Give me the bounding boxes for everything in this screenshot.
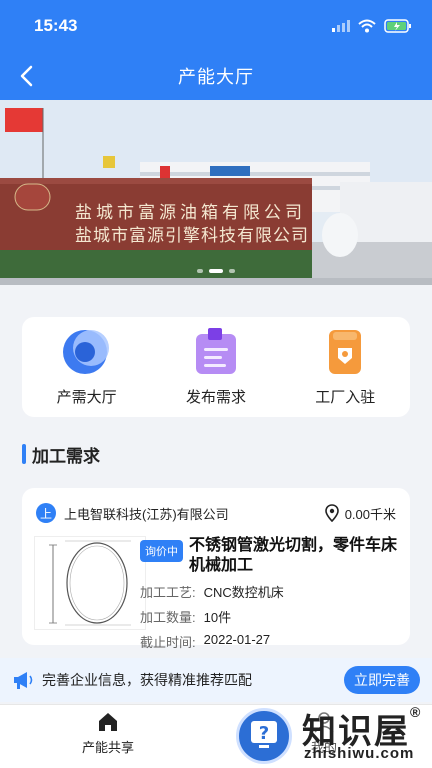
company-info: 上 上电智联科技(江苏)有限公司 (36, 503, 229, 523)
wifi-icon (358, 19, 376, 33)
section-header: 加工需求 (22, 440, 100, 468)
carousel-dot[interactable] (229, 269, 235, 273)
banner-line-2: 盐城市富源引擎科技有限公司 (75, 226, 309, 246)
quick-action-demand-hall[interactable]: 产需大厅 (27, 328, 147, 407)
part-drawing-thumbnail (34, 536, 146, 630)
quick-actions: 产需大厅 发布需求 工厂入驻 (22, 317, 410, 417)
home-icon (99, 713, 117, 731)
page-title: 产能大厅 (178, 67, 254, 87)
demand-title-row: 询价中 不锈钢管激光切割，零件车床机械加工 (140, 536, 402, 576)
quick-action-label: 发布需求 (185, 388, 246, 406)
watermark: ? 知识屋® zhishiwu.com (234, 702, 430, 768)
quick-action-label: 产需大厅 (56, 388, 117, 406)
status-bar: 15:43 (34, 14, 412, 38)
banner-image: 盐城市富源油箱有限公司 盐城市富源引擎科技有限公司 (0, 100, 432, 285)
promo-bar: 完善企业信息，获得精准推荐匹配 立即完善 (0, 658, 432, 702)
distance-value: 0.00千米 (344, 506, 396, 522)
publish-icon (195, 327, 236, 374)
app-header: 15:43 产能大厅 (0, 0, 432, 100)
complete-info-button[interactable]: 立即完善 (344, 666, 420, 694)
quick-action-label: 工厂入驻 (315, 388, 376, 406)
distance-info: 0.00千米 (324, 504, 396, 523)
banner-carousel[interactable]: 盐城市富源油箱有限公司 盐城市富源引擎科技有限公司 (0, 100, 432, 285)
status-badge: 询价中 (140, 540, 183, 562)
company-avatar: 上 (36, 503, 56, 523)
drawing-image (49, 540, 131, 626)
back-button[interactable] (12, 62, 40, 90)
section-accent-bar (22, 444, 26, 464)
demand-title: 不锈钢管激光切割，零件车床机械加工 (189, 537, 398, 574)
question-monitor-icon: ? (251, 721, 277, 748)
deadline-value: 2022-01-27 (203, 632, 271, 647)
half-circle-icon (62, 329, 109, 374)
quantity-value: 10件 (203, 610, 232, 625)
quick-action-factory-join[interactable]: 工厂入驻 (285, 328, 405, 407)
quantity-row: 加工数量: 10件 (140, 607, 402, 626)
watermark-logo: ? (236, 708, 292, 764)
section-title: 加工需求 (32, 446, 100, 466)
tab-label: 产能共享 (81, 740, 134, 755)
demand-info: 询价中 不锈钢管激光切割，零件车床机械加工 加工工艺: CNC数控机床 加工数量… (140, 536, 402, 651)
status-icons (332, 19, 412, 33)
carousel-dot-active[interactable] (209, 269, 223, 273)
chevron-left-icon (20, 65, 33, 87)
factory-icon (329, 329, 362, 374)
deadline-label: 截止时间: (140, 635, 196, 650)
status-time: 15:43 (34, 16, 78, 35)
carousel-dots (0, 269, 432, 273)
process-value: CNC数控机床 (203, 585, 284, 600)
banner-line-1: 盐城市富源油箱有限公司 (75, 203, 306, 223)
promo-text: 完善企业信息，获得精准推荐匹配 (42, 672, 252, 688)
tab-capacity-sharing[interactable]: 产能共享 (48, 711, 168, 756)
quick-action-publish[interactable]: 发布需求 (156, 327, 276, 407)
quantity-label: 加工数量: (140, 610, 196, 625)
location-pin-icon (324, 504, 339, 522)
nav-bar: 产能大厅 (0, 58, 432, 94)
watermark-url: zhishiwu.com (304, 745, 415, 762)
process-label: 加工工艺: (140, 585, 196, 600)
carousel-dot[interactable] (197, 269, 203, 273)
signal-icon (332, 20, 350, 32)
deadline-row: 截止时间: 2022-01-27 (140, 632, 402, 651)
company-name: 上电智联科技(江苏)有限公司 (64, 506, 229, 522)
demand-card[interactable]: 上 上电智联科技(江苏)有限公司 0.00千米 询价中 不锈钢管激光切割，零件车… (22, 488, 410, 650)
svg-text:?: ? (259, 723, 269, 744)
megaphone-icon (14, 672, 33, 689)
demand-card-header: 上 上电智联科技(江苏)有限公司 0.00千米 (36, 502, 396, 524)
process-row: 加工工艺: CNC数控机床 (140, 582, 402, 601)
battery-icon (384, 19, 411, 33)
